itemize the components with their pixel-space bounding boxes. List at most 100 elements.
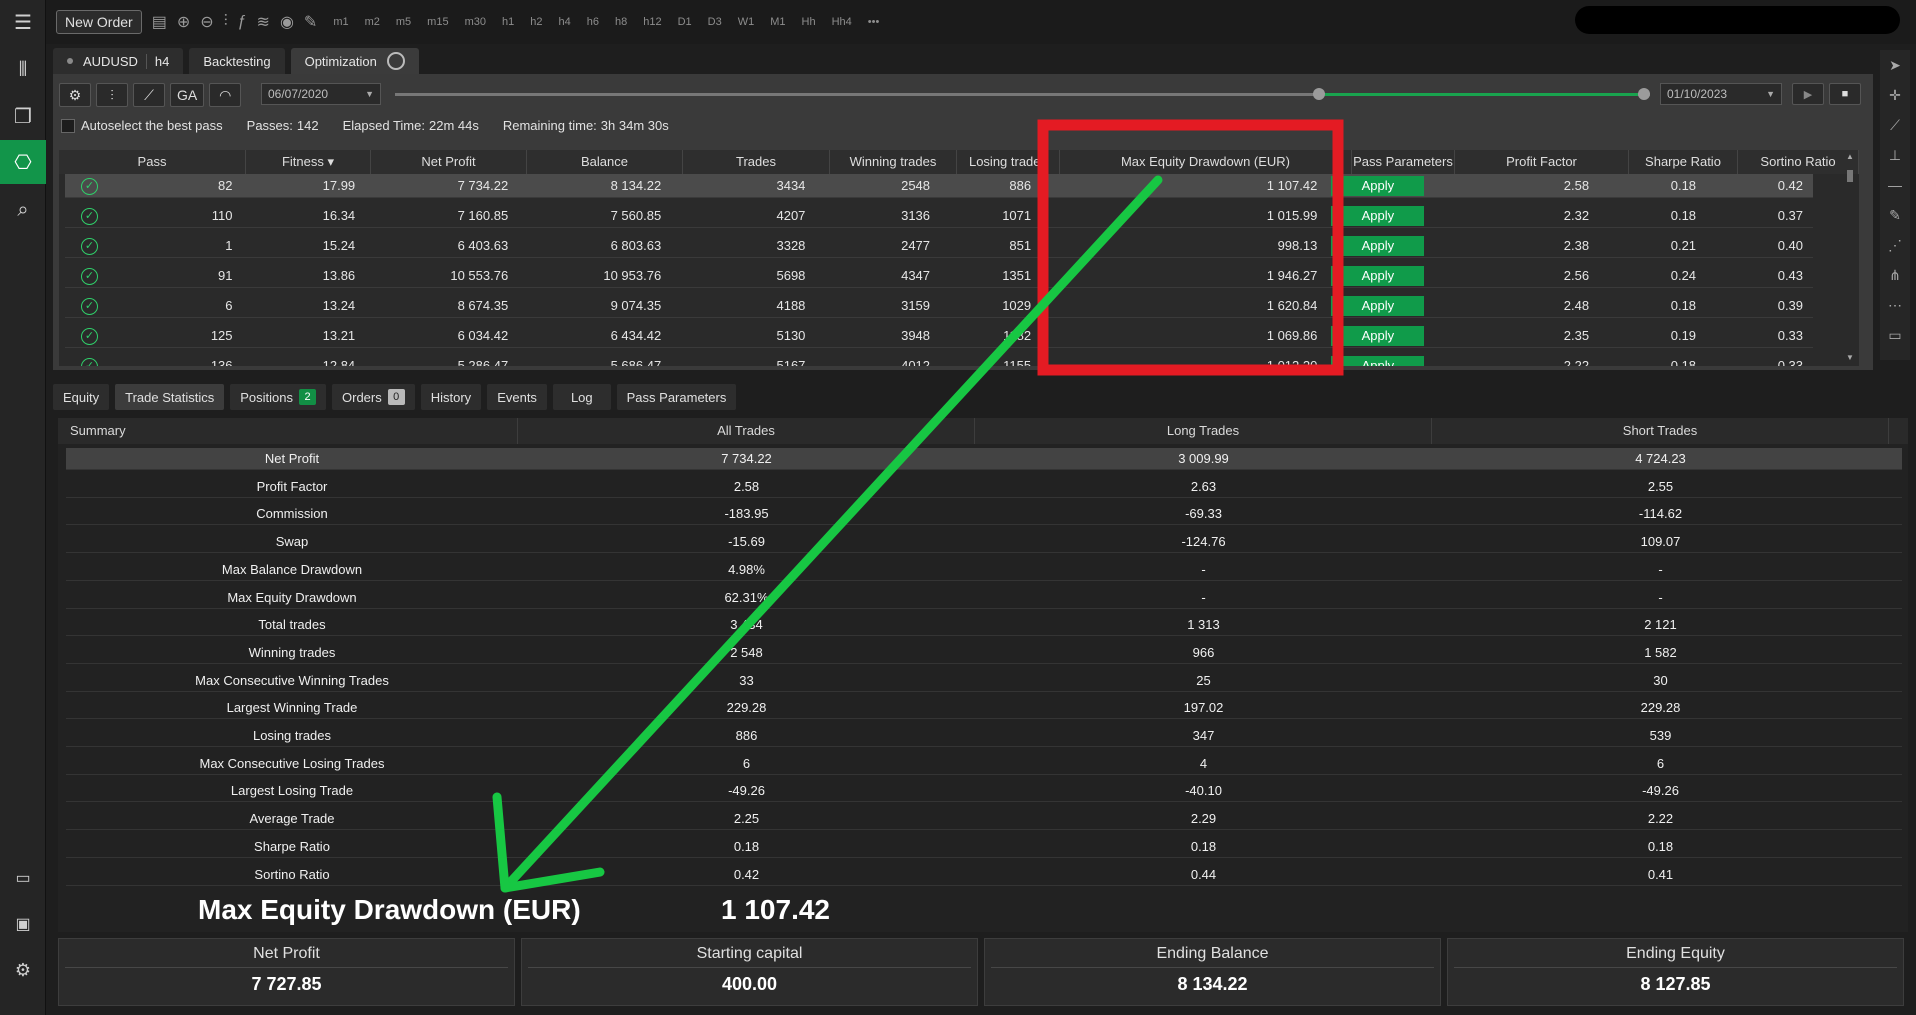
scroll-down-icon[interactable]: ▼ bbox=[1846, 353, 1854, 362]
table-row[interactable]: ✓ 136 12.84 5 286.47 5 686.47 5167 4012 1155 1 0… bbox=[65, 354, 1813, 366]
column-header[interactable]: Max Equity Drawdown (EUR) bbox=[1060, 150, 1352, 174]
column-header[interactable]: Balance bbox=[527, 150, 683, 174]
eye-icon[interactable]: ◉ bbox=[280, 12, 294, 32]
table-row[interactable]: ✓ 91 13.86 10 553.76 10 953.76 5698 4347 1351 1 … bbox=[65, 264, 1813, 288]
tab-symbol[interactable]: AUDUSD h4 bbox=[53, 48, 184, 74]
f-icon[interactable]: ƒ bbox=[238, 13, 247, 31]
drawing-icon[interactable]: ✎ bbox=[304, 12, 317, 32]
column-header[interactable]: Pass bbox=[59, 150, 246, 174]
settings-gear-button[interactable]: ⚙ bbox=[59, 83, 91, 107]
table-row[interactable]: ✓ 1 15.24 6 403.63 6 803.63 3328 2477 851 998.13… bbox=[65, 234, 1813, 258]
timeframe-d1[interactable]: D1 bbox=[678, 16, 692, 28]
timeframe-h6[interactable]: h6 bbox=[587, 16, 599, 28]
table-row[interactable]: ✓ 82 17.99 7 734.22 8 134.22 3434 2548 886 1 107… bbox=[65, 174, 1813, 198]
play-button[interactable]: ▶ bbox=[1792, 83, 1824, 105]
column-header[interactable]: Sharpe Ratio bbox=[1629, 150, 1738, 174]
column-header[interactable]: Pass Parameters bbox=[1352, 150, 1455, 174]
timeframe-w1[interactable]: W1 bbox=[738, 16, 755, 28]
tab-backtesting[interactable]: Backtesting bbox=[189, 48, 285, 74]
timeframe-m1[interactable]: m1 bbox=[333, 16, 348, 28]
tab-events[interactable]: Events bbox=[487, 384, 547, 410]
zoom-in-icon[interactable]: ⊕ bbox=[177, 12, 190, 32]
timeframe-m15[interactable]: m15 bbox=[427, 16, 448, 28]
menu-icon[interactable]: ☰ bbox=[0, 0, 46, 44]
analyze-icon[interactable]: ⌕ bbox=[0, 188, 46, 232]
indicators-icon[interactable]: ⫶ bbox=[224, 13, 228, 31]
slider-start-handle[interactable] bbox=[1313, 88, 1325, 100]
tab-trade-statistics[interactable]: Trade Statistics bbox=[115, 384, 225, 410]
timeframe-h1[interactable]: h1 bbox=[502, 16, 514, 28]
pass-parameters-cell: Apply bbox=[1327, 324, 1428, 348]
pencil-icon[interactable]: ✎ bbox=[1880, 200, 1910, 230]
layout-icon[interactable]: ▤ bbox=[152, 12, 167, 32]
tab-log[interactable]: Log bbox=[552, 384, 611, 410]
apply-button[interactable]: Apply bbox=[1331, 206, 1425, 226]
store-icon[interactable]: ▭ bbox=[0, 856, 46, 900]
column-header[interactable]: Winning trades bbox=[830, 150, 957, 174]
parameters-button[interactable]: ⫶ bbox=[96, 83, 128, 107]
measure-icon[interactable]: ⊥ bbox=[1880, 140, 1910, 170]
automate-robot-icon[interactable]: ⎔ bbox=[0, 140, 46, 184]
apply-button[interactable]: Apply bbox=[1331, 266, 1425, 286]
timeframe-m30[interactable]: m30 bbox=[465, 16, 486, 28]
column-header[interactable]: Fitness ▾ bbox=[246, 150, 371, 174]
tab-orders[interactable]: Orders 0 bbox=[332, 384, 415, 410]
scroll-up-icon[interactable]: ▲ bbox=[1846, 152, 1854, 161]
horizontal-line-icon[interactable]: — bbox=[1880, 170, 1910, 200]
speed-button[interactable]: ◠ bbox=[209, 83, 242, 107]
comment-icon[interactable]: ▭ bbox=[1880, 320, 1910, 350]
tab-equity[interactable]: Equity bbox=[53, 384, 110, 410]
end-date-select[interactable]: 01/10/2023 ▼ bbox=[1660, 83, 1782, 105]
passes-scrollbar[interactable]: ▲ ▼ bbox=[1845, 152, 1855, 364]
trade-chart-icon[interactable]: ⫴ bbox=[0, 48, 46, 92]
apply-button[interactable]: Apply bbox=[1331, 356, 1425, 366]
timeframe-h12[interactable]: h12 bbox=[643, 16, 661, 28]
column-header[interactable]: Losing trades bbox=[957, 150, 1060, 174]
table-row[interactable]: ✓ 125 13.21 6 034.42 6 434.42 5130 3948 1182 1 0… bbox=[65, 324, 1813, 348]
chart-button[interactable]: ⟋ bbox=[133, 83, 165, 107]
tab-optimization[interactable]: Optimization bbox=[290, 48, 419, 74]
more-icon[interactable]: ••• bbox=[868, 16, 880, 28]
timeframe-m2[interactable]: m2 bbox=[365, 16, 380, 28]
settings-gear-icon[interactable]: ⚙ bbox=[0, 948, 46, 992]
timeframe-h2[interactable]: h2 bbox=[530, 16, 542, 28]
timeframe-d3[interactable]: D3 bbox=[708, 16, 722, 28]
crosshair-icon[interactable]: ✛ bbox=[1880, 80, 1910, 110]
timeframe-m5[interactable]: m5 bbox=[396, 16, 411, 28]
stop-button[interactable]: ■ bbox=[1829, 83, 1861, 105]
grid-icon[interactable]: ⋯ bbox=[1880, 290, 1910, 320]
timeframe-hh[interactable]: Hh bbox=[802, 16, 816, 28]
wallet-icon[interactable]: ▣ bbox=[0, 902, 46, 946]
timeframe-h4[interactable]: h4 bbox=[558, 16, 570, 28]
ga-button[interactable]: GA bbox=[170, 83, 205, 107]
timeframe-mn1[interactable]: M1 bbox=[770, 16, 785, 28]
trend-line-icon[interactable]: ⟋ bbox=[1880, 110, 1910, 140]
pitchfork-icon[interactable]: ⋔ bbox=[1880, 260, 1910, 290]
date-range-slider[interactable] bbox=[395, 88, 1650, 100]
column-header[interactable]: Trades bbox=[683, 150, 830, 174]
apply-button[interactable]: Apply bbox=[1331, 326, 1425, 346]
tab-history[interactable]: History bbox=[420, 384, 482, 410]
apply-button[interactable]: Apply bbox=[1331, 296, 1425, 316]
column-header[interactable]: Sortino Ratio bbox=[1738, 150, 1859, 174]
new-order-button[interactable]: New Order bbox=[56, 10, 142, 34]
column-header[interactable]: Profit Factor bbox=[1455, 150, 1629, 174]
zoom-out-icon[interactable]: ⊖ bbox=[200, 12, 213, 32]
table-row[interactable]: ✓ 6 13.24 8 674.35 9 074.35 4188 3159 1029 1 620… bbox=[65, 294, 1813, 318]
autoselect-checkbox[interactable] bbox=[61, 118, 75, 133]
copy-icon[interactable]: ❐ bbox=[0, 94, 46, 138]
table-row[interactable]: ✓ 110 16.34 7 160.85 7 560.85 4207 3136 1071 1 0… bbox=[65, 204, 1813, 228]
slider-end-handle[interactable] bbox=[1638, 88, 1650, 100]
layers-icon[interactable]: ≋ bbox=[257, 12, 270, 32]
fibonacci-icon[interactable]: ⋰ bbox=[1880, 230, 1910, 260]
tab-pass-parameters[interactable]: Pass Parameters bbox=[616, 384, 737, 410]
start-date-select[interactable]: 06/07/2020 ▼ bbox=[261, 83, 381, 105]
cursor-icon[interactable]: ➤ bbox=[1880, 50, 1910, 80]
timeframe-hh4[interactable]: Hh4 bbox=[832, 16, 852, 28]
column-header[interactable]: Net Profit bbox=[371, 150, 527, 174]
tab-positions[interactable]: Positions 2 bbox=[230, 384, 326, 410]
apply-button[interactable]: Apply bbox=[1331, 176, 1425, 196]
timeframe-h8[interactable]: h8 bbox=[615, 16, 627, 28]
scroll-thumb[interactable] bbox=[1847, 170, 1853, 182]
apply-button[interactable]: Apply bbox=[1331, 236, 1425, 256]
